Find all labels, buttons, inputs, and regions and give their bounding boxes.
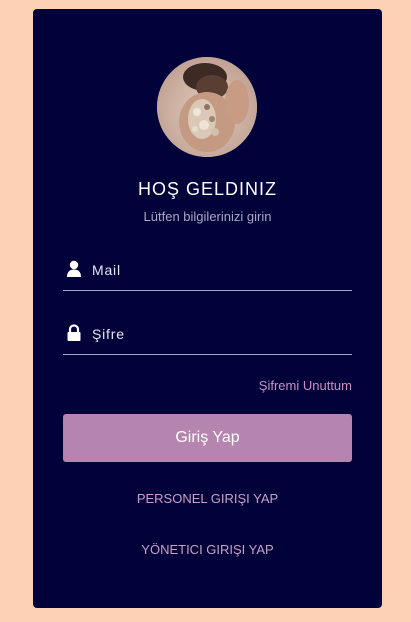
- welcome-subtitle: Lütfen bilgilerinizi girin: [143, 209, 272, 224]
- welcome-title: HOŞ GELDINIZ: [137, 179, 278, 199]
- forgot-password-link[interactable]: Şifremi Unuttum: [259, 378, 352, 393]
- avatar-photo: [157, 57, 257, 157]
- user-icon: [66, 260, 82, 278]
- avatar: [157, 57, 257, 157]
- staff-login-link[interactable]: PERSONEL GIRIŞI YAP: [33, 491, 382, 506]
- lock-icon: [66, 324, 82, 342]
- login-button[interactable]: Giriş Yap: [63, 414, 352, 462]
- password-input[interactable]: [92, 324, 342, 344]
- password-field[interactable]: [63, 324, 352, 355]
- mail-input[interactable]: [92, 260, 342, 280]
- admin-login-link[interactable]: YÖNETICI GIRIŞI YAP: [33, 542, 382, 557]
- mail-field[interactable]: [63, 260, 352, 291]
- login-card: HOŞ GELDINIZ Lütfen bilgilerinizi girin …: [33, 9, 382, 608]
